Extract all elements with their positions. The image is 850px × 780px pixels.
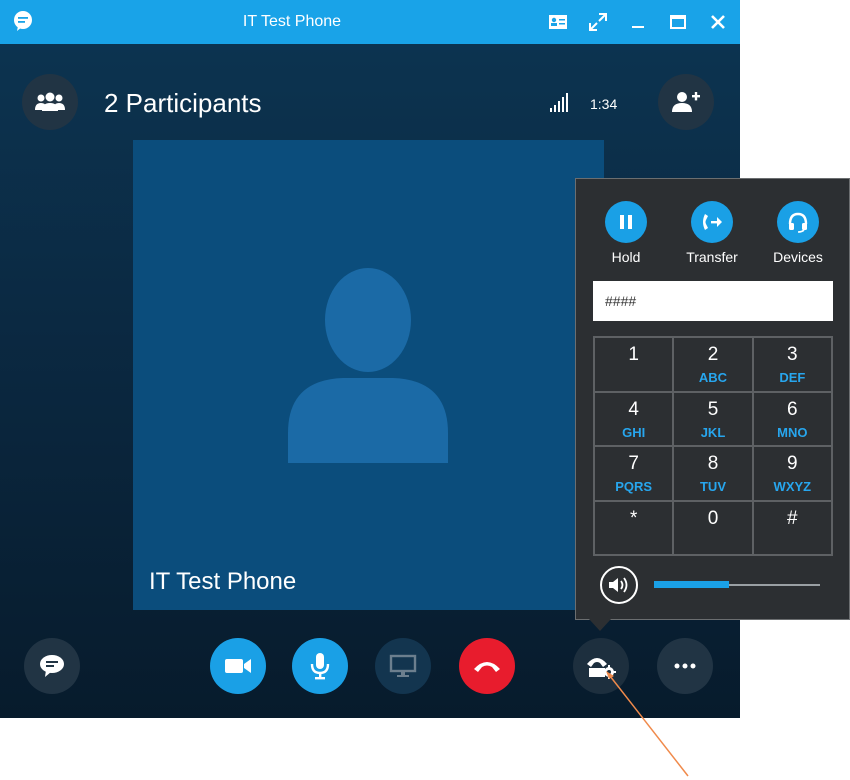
- dial-key-5[interactable]: 5 JKL: [673, 391, 753, 446]
- key-letters: DEF: [779, 370, 806, 385]
- dial-key-9[interactable]: 9 WXYZ: [752, 446, 832, 501]
- dial-key-4[interactable]: 4 GHI: [594, 391, 674, 446]
- speaker-icon: [609, 577, 628, 593]
- dial-key-7[interactable]: 7 PQRS: [594, 446, 674, 501]
- key-digit: 4: [628, 398, 639, 420]
- close-icon: [711, 15, 725, 29]
- window-title: IT Test Phone: [242, 13, 342, 30]
- close-button[interactable]: [706, 10, 730, 34]
- key-letters: TUV: [699, 479, 726, 494]
- participants-button[interactable]: [22, 74, 78, 130]
- dialpad-input[interactable]: [593, 281, 833, 321]
- key-digit: 8: [707, 453, 719, 474]
- panel-pointer: [589, 619, 611, 631]
- microphone-button[interactable]: [292, 638, 348, 694]
- share-screen-button[interactable]: [375, 638, 431, 694]
- call-controls-panel: Hold Transfer Devices 1 2 ABC 3 DEF 4 GHI: [575, 178, 850, 620]
- phone-settings-icon: [587, 658, 616, 679]
- contact-card-icon: [549, 15, 567, 29]
- microphone-icon: [310, 653, 330, 680]
- video-tile: IT Test Phone: [133, 140, 604, 610]
- dial-key-6[interactable]: 6 MNO: [752, 391, 832, 446]
- key-letters: PQRS: [615, 479, 653, 494]
- dial-key-star[interactable]: *: [594, 500, 674, 555]
- minimize-button[interactable]: [626, 10, 650, 34]
- person-placeholder-icon: [288, 268, 448, 463]
- transfer-label: Transfer: [686, 249, 738, 265]
- camera-icon: [225, 659, 251, 673]
- key-digit: 5: [707, 398, 719, 420]
- key-letters: MNO: [777, 424, 808, 440]
- key-digit: 2: [707, 344, 719, 365]
- contact-card-button[interactable]: [546, 10, 570, 34]
- call-controls-button[interactable]: [573, 638, 629, 694]
- key-digit: 6: [787, 398, 798, 420]
- dial-key-0[interactable]: 0: [673, 500, 753, 555]
- key-digit: 3: [787, 344, 798, 365]
- key-letters: GHI: [622, 424, 646, 440]
- group-icon: [35, 92, 65, 111]
- transfer-circle[interactable]: [691, 201, 733, 243]
- dial-key-2[interactable]: 2 ABC: [673, 337, 753, 392]
- more-dots-icon: [674, 663, 696, 669]
- key-digit: 7: [628, 453, 639, 474]
- title-bar: IT Test Phone: [0, 0, 740, 44]
- chat-button[interactable]: [24, 638, 80, 694]
- more-options-button[interactable]: [657, 638, 713, 694]
- key-letters: JKL: [700, 424, 726, 440]
- dial-key-1[interactable]: 1: [594, 337, 674, 392]
- dialpad: 1 2 ABC 3 DEF 4 GHI 5 JKL 6 MNO 7 PQRS 8 TUV 9 W…: [593, 336, 833, 556]
- monitor-icon: [389, 654, 417, 677]
- volume-button[interactable]: [600, 566, 638, 604]
- devices-button[interactable]: Devices: [758, 201, 838, 265]
- call-timer: 1:34: [590, 96, 618, 112]
- maximize-button[interactable]: [666, 10, 690, 34]
- signal-strength-icon: [550, 93, 568, 112]
- dial-key-8[interactable]: 8 TUV: [673, 446, 753, 501]
- chat-icon: [40, 655, 64, 677]
- key-digit: 0: [707, 507, 719, 529]
- volume-slider-fill[interactable]: [654, 581, 729, 588]
- transfer-button[interactable]: Transfer: [672, 201, 752, 265]
- devices-circle[interactable]: [777, 201, 819, 243]
- caller-name: IT Test Phone: [149, 568, 297, 595]
- key-letters: WXYZ: [773, 479, 812, 494]
- dial-key-hash[interactable]: #: [752, 500, 832, 555]
- video-camera-button[interactable]: [210, 638, 266, 694]
- key-digit: *: [629, 507, 638, 529]
- dial-key-3[interactable]: 3 DEF: [752, 337, 832, 392]
- pause-icon: [620, 215, 632, 229]
- hold-label: Hold: [611, 249, 641, 265]
- fullscreen-button[interactable]: [586, 10, 610, 34]
- participants-count[interactable]: 2 Participants: [104, 88, 262, 119]
- hang-up-phone-icon: [474, 662, 500, 672]
- expand-icon: [589, 13, 607, 31]
- hold-button[interactable]: Hold: [586, 201, 666, 265]
- volume-slider[interactable]: [654, 581, 820, 588]
- add-participant-button[interactable]: [658, 74, 714, 130]
- key-letters: ABC: [698, 370, 728, 385]
- transfer-icon: [703, 214, 722, 230]
- key-digit: 1: [628, 344, 639, 365]
- hang-up-button[interactable]: [459, 638, 515, 694]
- minimize-icon: [632, 26, 644, 28]
- add-person-icon: [672, 92, 700, 112]
- hold-circle[interactable]: [605, 201, 647, 243]
- key-digit: #: [787, 507, 798, 529]
- maximize-icon: [670, 15, 686, 29]
- headset-icon: [788, 212, 808, 233]
- key-digit: 9: [787, 453, 798, 474]
- devices-label: Devices: [773, 249, 823, 265]
